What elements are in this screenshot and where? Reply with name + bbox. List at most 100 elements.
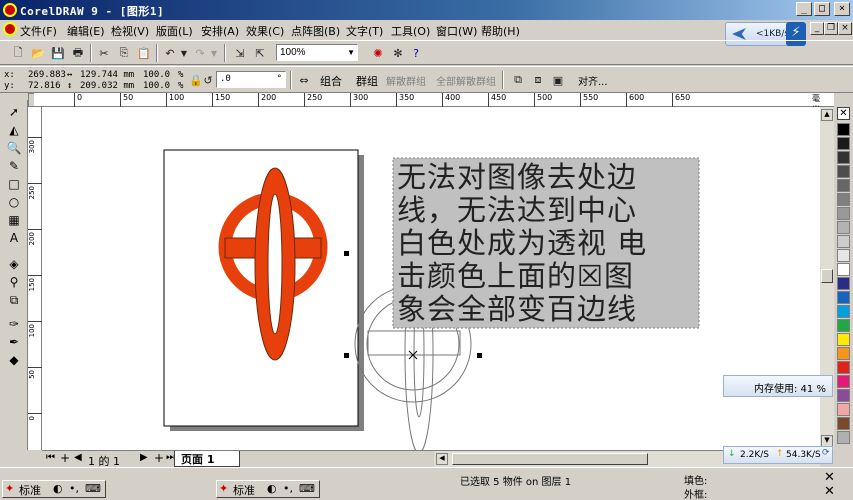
x-position[interactable]: 269.883 — [28, 70, 66, 80]
menu-arrange[interactable]: 安排(A) — [201, 23, 239, 39]
color-swatch[interactable] — [837, 179, 850, 192]
print-icon[interactable]: 🖶 — [70, 45, 86, 61]
color-swatch[interactable] — [837, 151, 850, 164]
color-swatch[interactable] — [837, 137, 850, 150]
ime-status-left[interactable]: ✦ 标准 ◐ •, ⌨ — [2, 480, 106, 498]
text-tool-icon[interactable]: A — [5, 230, 23, 246]
ungroup-button[interactable]: 群组 — [356, 73, 378, 89]
blend-tool-icon[interactable]: ⧉ — [5, 292, 23, 308]
color-swatch[interactable] — [837, 333, 850, 346]
eyedropper-tool-icon[interactable]: ✑ — [5, 316, 23, 332]
page-tab[interactable]: 页面 1 — [174, 451, 240, 467]
menu-help[interactable]: 帮助(H) — [481, 23, 520, 39]
color-swatch[interactable] — [837, 165, 850, 178]
pick-tool-icon[interactable]: ➚ — [5, 104, 23, 120]
menu-text[interactable]: 文字(T) — [346, 23, 383, 39]
color-swatch[interactable] — [837, 417, 850, 430]
rotation-angle-input[interactable]: .0 ° — [216, 71, 286, 88]
maximize-button[interactable]: □ — [814, 2, 830, 16]
color-swatch[interactable] — [837, 347, 850, 360]
doc-minimize-button[interactable]: _ — [810, 22, 824, 35]
object-height[interactable]: 209.032 mm — [80, 81, 134, 91]
fill-tool-icon[interactable]: ◆ — [5, 352, 23, 368]
mirror-icon[interactable]: ⇔ — [296, 72, 312, 88]
color-swatch[interactable] — [837, 249, 850, 262]
color-swatch[interactable] — [837, 263, 850, 276]
menu-window[interactable]: 窗口(W) — [436, 23, 477, 39]
first-page-icon[interactable]: ⏮ — [46, 452, 55, 463]
transparency-tool-icon[interactable]: ⚲ — [5, 274, 23, 290]
menu-view[interactable]: 检视(V) — [111, 23, 149, 39]
menu-edit[interactable]: 编辑(E) — [67, 23, 105, 39]
color-swatch[interactable] — [837, 207, 850, 220]
color-swatch[interactable] — [837, 235, 850, 248]
whats-this-icon[interactable]: ? — [408, 45, 424, 61]
menu-tools[interactable]: 工具(O) — [391, 23, 430, 39]
doc-close-button[interactable]: × — [838, 22, 852, 35]
scroll-thumb[interactable] — [821, 269, 833, 283]
zoom-select[interactable]: 100% ▼ — [276, 44, 358, 61]
freehand-tool-icon[interactable]: ✎ — [5, 158, 23, 174]
menu-effects[interactable]: 效果(C) — [246, 23, 284, 39]
y-position[interactable]: 72.816 — [28, 81, 61, 91]
group-button[interactable]: 组合 — [320, 73, 342, 89]
color-swatch[interactable] — [837, 291, 850, 304]
application-launcher-icon[interactable]: ✺ — [370, 45, 386, 61]
save-icon[interactable]: 💾 — [50, 45, 66, 61]
vertical-scrollbar[interactable]: ▲ ▼ — [820, 107, 834, 450]
add-page-before-icon[interactable]: + — [60, 451, 70, 465]
shape-tool-icon[interactable]: ◭ — [5, 122, 23, 138]
weld-icon[interactable]: ⧈ — [530, 72, 546, 88]
ungroup-all-button[interactable]: 解散群组 — [386, 73, 426, 88]
new-file-icon[interactable]: 🗋 — [10, 45, 26, 61]
hscroll-thumb[interactable] — [452, 453, 648, 465]
prev-page-icon[interactable]: ◀ — [74, 452, 82, 463]
menu-file[interactable]: 文件(F) — [20, 23, 57, 39]
menu-bitmaps[interactable]: 点阵图(B) — [291, 23, 340, 39]
rotate-icon[interactable]: ↺ — [200, 72, 216, 88]
coreldraw-app-icon[interactable] — [3, 3, 17, 17]
color-swatch[interactable] — [837, 431, 850, 444]
scroll-left-icon[interactable]: ◀ — [436, 453, 448, 465]
color-swatch[interactable] — [837, 193, 850, 206]
no-color-swatch[interactable]: ✕ — [837, 107, 850, 120]
combine-icon[interactable]: ⧉ — [510, 72, 526, 88]
copy-icon[interactable]: ⎘ — [116, 45, 132, 61]
drawing-canvas[interactable]: 无法对图像去处边 线，无法达到中心 白色处成为透视 电 击颜色上面的☒图 象会全… — [42, 107, 834, 450]
refresh-icon[interactable]: ⟳ — [822, 448, 830, 458]
scale-x[interactable]: 100.0 — [143, 70, 170, 80]
trim-icon[interactable]: ▣ — [550, 72, 566, 88]
rectangle-tool-icon[interactable]: □ — [5, 176, 23, 192]
next-page-icon[interactable]: ▶ — [140, 452, 148, 463]
outline-tool-icon[interactable]: ✒ — [5, 334, 23, 350]
corel-online-icon[interactable]: ✻ — [390, 45, 406, 61]
color-swatch[interactable] — [837, 221, 850, 234]
cut-icon[interactable]: ✂ — [96, 45, 112, 61]
ellipse-tool-icon[interactable]: ○ — [5, 194, 23, 210]
undo-dropdown-icon[interactable]: ▼ — [176, 45, 192, 61]
color-swatch[interactable] — [837, 375, 850, 388]
paste-icon[interactable]: 📋 — [136, 45, 152, 61]
close-button[interactable]: × — [834, 2, 850, 16]
minimize-button[interactable]: _ — [796, 2, 812, 16]
export-icon[interactable]: ⇱ — [252, 45, 268, 61]
color-swatch[interactable] — [837, 389, 850, 402]
scroll-up-icon[interactable]: ▲ — [821, 109, 833, 121]
import-icon[interactable]: ⇲ — [232, 45, 248, 61]
color-swatch[interactable] — [837, 277, 850, 290]
document-icon[interactable] — [3, 22, 17, 36]
color-swatch[interactable] — [837, 305, 850, 318]
object-width[interactable]: 129.744 mm — [80, 70, 134, 80]
polygon-tool-icon[interactable]: ▦ — [5, 212, 23, 228]
open-folder-icon[interactable]: 📂 — [30, 45, 46, 61]
menu-layout[interactable]: 版面(L) — [156, 23, 193, 39]
ime-status-right[interactable]: ✦ 标准 ◐ •, ⌨ — [216, 480, 320, 498]
add-page-after-icon[interactable]: + — [154, 451, 164, 465]
color-swatch[interactable] — [837, 403, 850, 416]
horizontal-ruler[interactable]: 0 50 100 150 200 250 300 350 400 450 500… — [34, 93, 834, 114]
scale-y[interactable]: 100.0 — [143, 81, 170, 91]
color-swatch[interactable] — [837, 361, 850, 374]
align-button[interactable]: 对齐... — [578, 73, 608, 88]
vertical-ruler[interactable]: 300 250 200 150 100 50 0 — [28, 107, 42, 450]
paragraph-text[interactable]: 无法对图像去处边 线，无法达到中心 白色处成为透视 电 击颜色上面的☒图 象会全… — [397, 161, 697, 326]
